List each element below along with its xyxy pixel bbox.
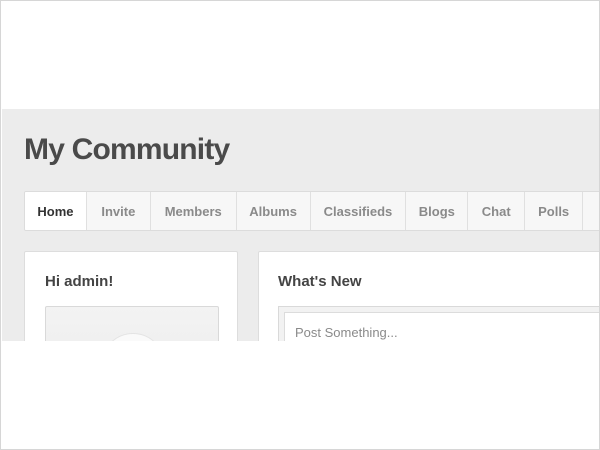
screenshot-frame: My Community Home Invite Members Albums … <box>0 0 600 450</box>
nav-item-polls[interactable]: Polls <box>525 192 584 230</box>
nav-item-albums[interactable]: Albums <box>237 192 311 230</box>
page-area: My Community Home Invite Members Albums … <box>2 109 599 341</box>
nav-item-blogs[interactable]: Blogs <box>406 192 469 230</box>
whats-new-card: What's New <box>258 251 599 341</box>
site-title: My Community <box>24 133 230 166</box>
profile-card: Hi admin! <box>24 251 238 341</box>
avatar-frame[interactable] <box>45 306 219 341</box>
nav-item-more[interactable] <box>583 192 599 230</box>
post-input[interactable] <box>284 312 599 341</box>
post-composer <box>278 306 599 341</box>
nav-item-home[interactable]: Home <box>25 192 87 230</box>
greeting-heading: Hi admin! <box>45 273 114 290</box>
nav-item-classifieds[interactable]: Classifieds <box>311 192 407 230</box>
avatar <box>101 333 165 341</box>
whats-new-heading: What's New <box>278 273 362 290</box>
nav-item-invite[interactable]: Invite <box>87 192 151 230</box>
nav-item-members[interactable]: Members <box>151 192 237 230</box>
nav-item-chat[interactable]: Chat <box>468 192 526 230</box>
main-nav: Home Invite Members Albums Classifieds B… <box>24 191 599 231</box>
